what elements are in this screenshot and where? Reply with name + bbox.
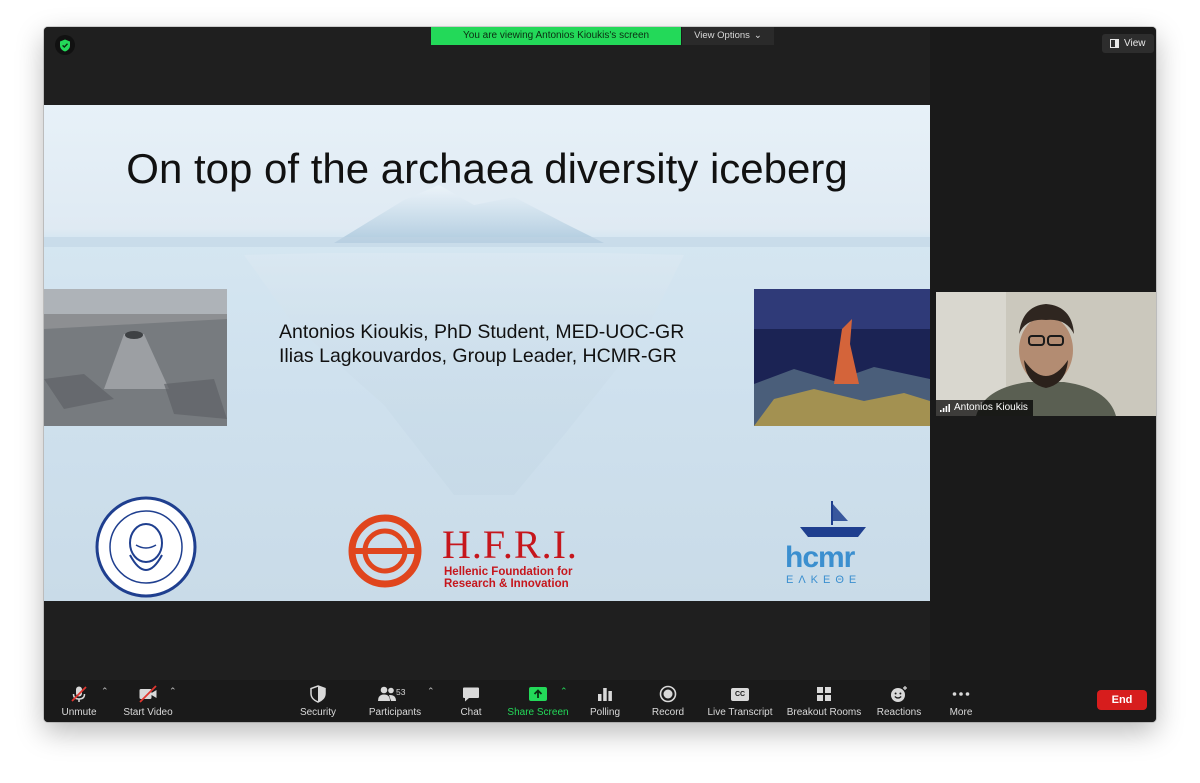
- signal-bars-icon: [940, 403, 950, 412]
- hcmr-logo: hcmr ΕΛΚΕΘΕ: [782, 497, 882, 587]
- hcmr-greek-name: ΕΛΚΕΘΕ: [786, 574, 862, 586]
- participant-name-tag: Antonios Kioukis: [936, 400, 1033, 416]
- slide-title: On top of the archaea diversity iceberg: [126, 145, 848, 192]
- live-transcript-button[interactable]: CC Live Transcript: [705, 684, 775, 720]
- share-screen-icon: [528, 684, 548, 704]
- hfri-subtitle: Hellenic Foundation for Research & Innov…: [444, 566, 572, 590]
- slide-authors: Antonios Kioukis, PhD Student, MED-UOC-G…: [279, 320, 684, 368]
- bar-chart-icon: [597, 684, 613, 704]
- muted-mic-icon: [70, 684, 88, 704]
- hydrothermal-vent-photo: [754, 289, 930, 426]
- hfri-logo: H.F.R.I. Hellenic Foundation for Researc…: [347, 513, 587, 593]
- view-options-label: View Options: [694, 30, 750, 41]
- breakout-rooms-label: Breakout Rooms: [786, 707, 862, 718]
- view-icon: [1110, 39, 1119, 48]
- security-button[interactable]: Security: [296, 684, 340, 720]
- audio-options-caret-icon[interactable]: ⌃: [101, 686, 109, 697]
- participants-button[interactable]: 53 Participants: [367, 684, 423, 720]
- video-options-caret-icon[interactable]: ⌃: [169, 686, 177, 697]
- viewing-banner: You are viewing Antonios Kioukis's scree…: [431, 27, 774, 45]
- start-video-label: Start Video: [123, 707, 173, 718]
- closed-caption-icon: CC: [731, 684, 749, 704]
- reactions-button[interactable]: Reactions: [876, 684, 922, 720]
- security-shield-icon: [310, 684, 326, 704]
- author-line-1: Antonios Kioukis, PhD Student, MED-UOC-G…: [279, 321, 685, 343]
- more-button[interactable]: More: [946, 684, 976, 720]
- view-options-button[interactable]: View Options ⌄: [681, 27, 774, 45]
- polling-label: Polling: [589, 707, 621, 718]
- participant-name: Antonios Kioukis: [954, 402, 1028, 413]
- video-off-icon: [138, 684, 158, 704]
- record-icon: [659, 684, 677, 704]
- unmute-label: Unmute: [61, 707, 97, 718]
- chat-bubble-icon: [462, 684, 480, 704]
- start-video-button[interactable]: Start Video: [123, 684, 173, 720]
- share-options-caret-icon[interactable]: ⌃: [560, 686, 568, 697]
- mud-volcano-photo: [44, 289, 227, 426]
- ellipsis-icon: [952, 684, 970, 704]
- breakout-rooms-button[interactable]: Breakout Rooms: [786, 684, 862, 720]
- polling-button[interactable]: Polling: [587, 684, 623, 720]
- share-screen-label: Share Screen: [507, 707, 569, 718]
- view-button-label: View: [1124, 38, 1146, 49]
- author-line-2: Ilias Lagkouvardos, Group Leader, HCMR-G…: [279, 345, 677, 367]
- participants-icon: 53: [377, 684, 413, 704]
- cc-badge: CC: [731, 687, 749, 701]
- hcmr-name: hcmr: [785, 541, 855, 574]
- participants-count: 53: [396, 687, 406, 697]
- participants-caret-icon[interactable]: ⌃: [427, 686, 435, 697]
- chat-label: Chat: [460, 707, 482, 718]
- participants-label: Participants: [368, 707, 422, 718]
- hfri-subtitle-line-1: Hellenic Foundation for: [444, 566, 573, 578]
- more-label: More: [949, 707, 973, 718]
- chevron-down-icon: ⌄: [753, 30, 762, 41]
- reactions-label: Reactions: [876, 707, 922, 718]
- end-meeting-button[interactable]: End: [1097, 690, 1147, 710]
- meeting-toolbar: Unmute ⌃ Start Video ⌃ Security 53 Parti…: [44, 680, 1156, 722]
- hfri-subtitle-line-2: Research & Innovation: [444, 578, 569, 590]
- shield-icon[interactable]: [55, 35, 75, 55]
- record-button[interactable]: Record: [650, 684, 686, 720]
- chat-button[interactable]: Chat: [456, 684, 486, 720]
- zoom-window: You are viewing Antonios Kioukis's scree…: [44, 27, 1156, 722]
- university-seal-logo: [94, 495, 199, 600]
- security-label: Security: [299, 707, 337, 718]
- breakout-rooms-icon: [816, 684, 832, 704]
- participant-video-tile[interactable]: Antonios Kioukis: [936, 292, 1156, 416]
- live-transcript-label: Live Transcript: [707, 707, 773, 718]
- smiley-icon: [890, 684, 908, 704]
- presentation-slide: On top of the archaea diversity iceberg …: [44, 105, 930, 601]
- viewing-banner-text: You are viewing Antonios Kioukis's scree…: [431, 27, 682, 45]
- hfri-name: H.F.R.I.: [442, 522, 578, 567]
- view-button[interactable]: View: [1102, 34, 1154, 53]
- unmute-button[interactable]: Unmute: [61, 684, 97, 720]
- record-label: Record: [651, 707, 685, 718]
- shared-screen-area: You are viewing Antonios Kioukis's scree…: [44, 27, 930, 680]
